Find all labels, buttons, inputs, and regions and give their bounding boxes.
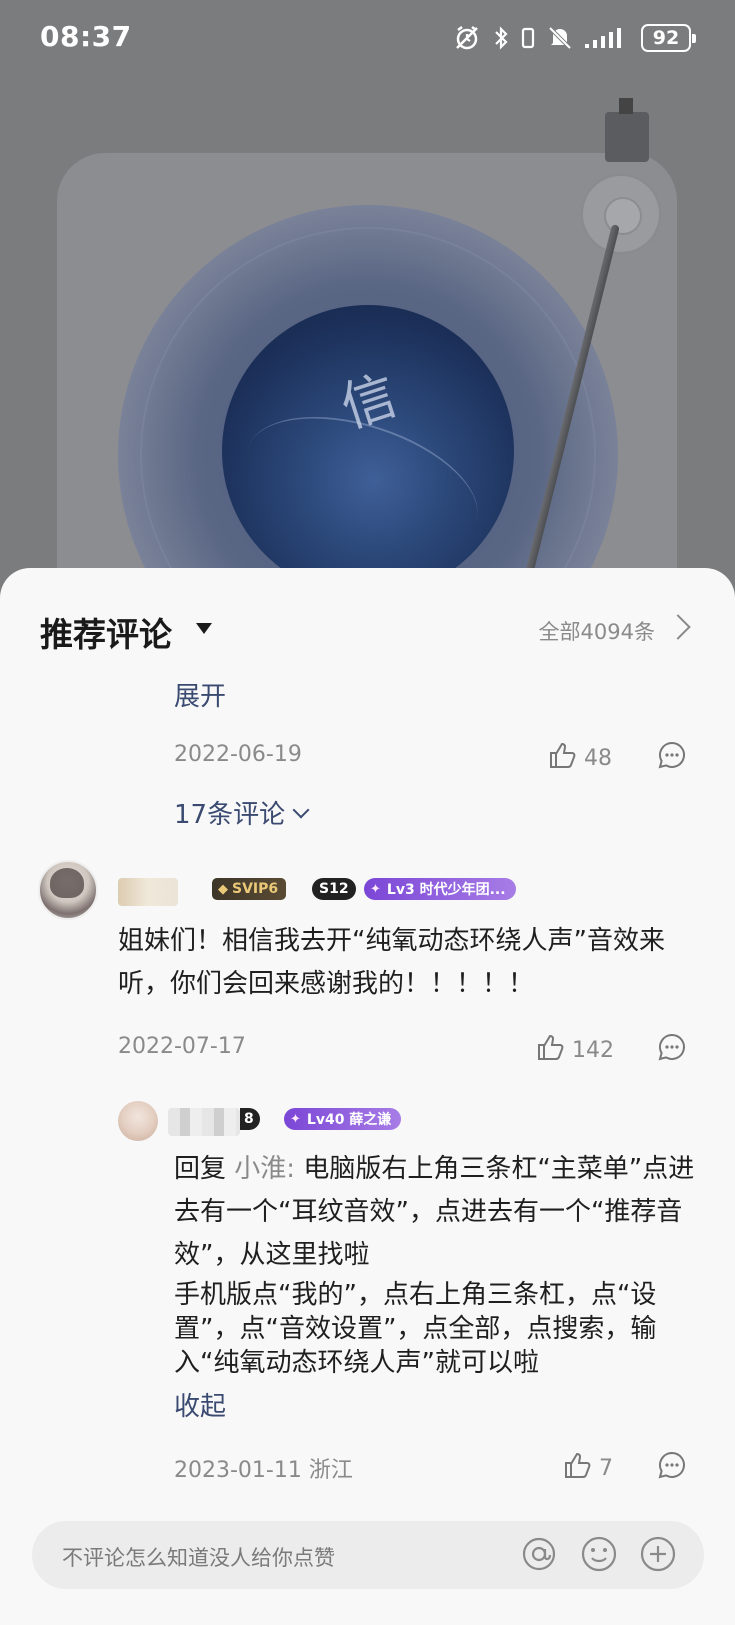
reply-text-continued: 手机版点“我的”，点右上角三条杠，点“设置”，点“音效设置”，点全部，点搜索，输…: [174, 1280, 657, 1378]
comments-header: 推荐评论 全部4094条: [0, 568, 735, 658]
add-attachment-icon[interactable]: [639, 1535, 677, 1577]
fan-level-label: Lv3 时代少年团...: [386, 882, 506, 898]
comment-bubble-icon: [658, 1451, 685, 1479]
reply-button[interactable]: [657, 740, 687, 774]
comments-sheet: 推荐评论 全部4094条 展开 2022-06-19 48 17条评论 ◆ SV…: [0, 568, 735, 1625]
sparkle-icon: ✦: [290, 1111, 301, 1127]
like-count: 48: [584, 745, 612, 771]
reply-button[interactable]: [657, 1450, 687, 1484]
avatar[interactable]: [118, 1101, 158, 1141]
signal-icon: [585, 26, 629, 50]
crown-icon: ◆: [218, 881, 228, 897]
status-bar: 08:37 92: [0, 0, 735, 76]
like-count: 142: [572, 1037, 614, 1063]
status-time: 08:37: [40, 20, 132, 53]
alarm-icon: [453, 24, 481, 52]
bluetooth-icon: [493, 24, 509, 52]
like-button[interactable]: 142: [536, 1032, 614, 1068]
like-button[interactable]: 7: [563, 1450, 613, 1486]
expand-link[interactable]: 展开: [174, 676, 226, 713]
collapse-link[interactable]: 收起: [174, 1386, 226, 1423]
status-icons: 92: [453, 22, 696, 54]
reply-button[interactable]: [657, 1032, 687, 1066]
thumbs-up-icon: [548, 740, 578, 776]
svip-badge-label: SVIP6: [232, 881, 279, 897]
comment-bubble-icon: [658, 1033, 685, 1061]
svip-badge[interactable]: ◆ SVIP6: [212, 878, 287, 900]
chevron-right-icon[interactable]: [665, 614, 691, 640]
chevron-down-icon: [292, 801, 310, 818]
username-blurred[interactable]: [168, 1108, 240, 1136]
like-button[interactable]: 48: [548, 740, 612, 776]
vibrate-icon: [521, 24, 535, 52]
at-mention-icon[interactable]: [520, 1535, 558, 1577]
battery-icon: 92: [641, 24, 696, 52]
fan-level-badge[interactable]: ✦ Lv40 薛之谦: [284, 1108, 402, 1130]
comment-date: 2022-06-19: [174, 742, 302, 767]
username-blurred[interactable]: [118, 878, 178, 906]
mute-bell-icon: [547, 24, 573, 52]
fan-level-label: Lv40 薛之谦: [306, 1112, 392, 1128]
caret-down-icon[interactable]: [196, 623, 212, 634]
emoji-icon[interactable]: [580, 1535, 618, 1577]
all-comments-link[interactable]: 全部4094条: [539, 616, 655, 646]
season-badge[interactable]: 8: [240, 1108, 260, 1130]
thumbs-up-icon: [563, 1450, 593, 1486]
comment-input-placeholder: 不评论怎么知道没人给你点赞: [62, 1546, 335, 1570]
avatar[interactable]: [38, 860, 98, 920]
reply-text: 回复 小淮: 电脑版右上角三条杠“主菜单”点进去有一个“耳纹音效”，点进去有一个…: [174, 1148, 704, 1277]
comment-date: 2022-07-17: [118, 1034, 246, 1059]
comment-date: 2023-01-11 浙江: [174, 1458, 353, 1483]
comment-text: 姐妹们！相信我去开“纯氧动态环绕人声”音效来听，你们会回来感谢我的！！！！！: [118, 926, 665, 999]
view-replies-link[interactable]: 17条评论: [174, 794, 310, 831]
tonearm-pivot: [580, 173, 662, 255]
sparkle-icon: ✦: [370, 881, 381, 897]
fan-level-badge[interactable]: ✦ Lv3 时代少年团...: [364, 878, 516, 900]
reply-prefix: 回复: [174, 1154, 227, 1184]
thumbs-up-icon: [536, 1032, 566, 1068]
comments-sort-title[interactable]: 推荐评论: [40, 608, 172, 656]
s12-badge[interactable]: S12: [312, 878, 356, 900]
comment-bubble-icon: [658, 741, 685, 769]
comment-input[interactable]: 不评论怎么知道没人给你点赞: [32, 1521, 704, 1589]
album-cover: 信: [222, 305, 514, 597]
like-count: 7: [599, 1455, 613, 1481]
replies-count-label: 17条评论: [174, 800, 286, 830]
reply-to-user[interactable]: 小淮:: [234, 1154, 295, 1184]
tonearm-weight: [605, 98, 649, 162]
